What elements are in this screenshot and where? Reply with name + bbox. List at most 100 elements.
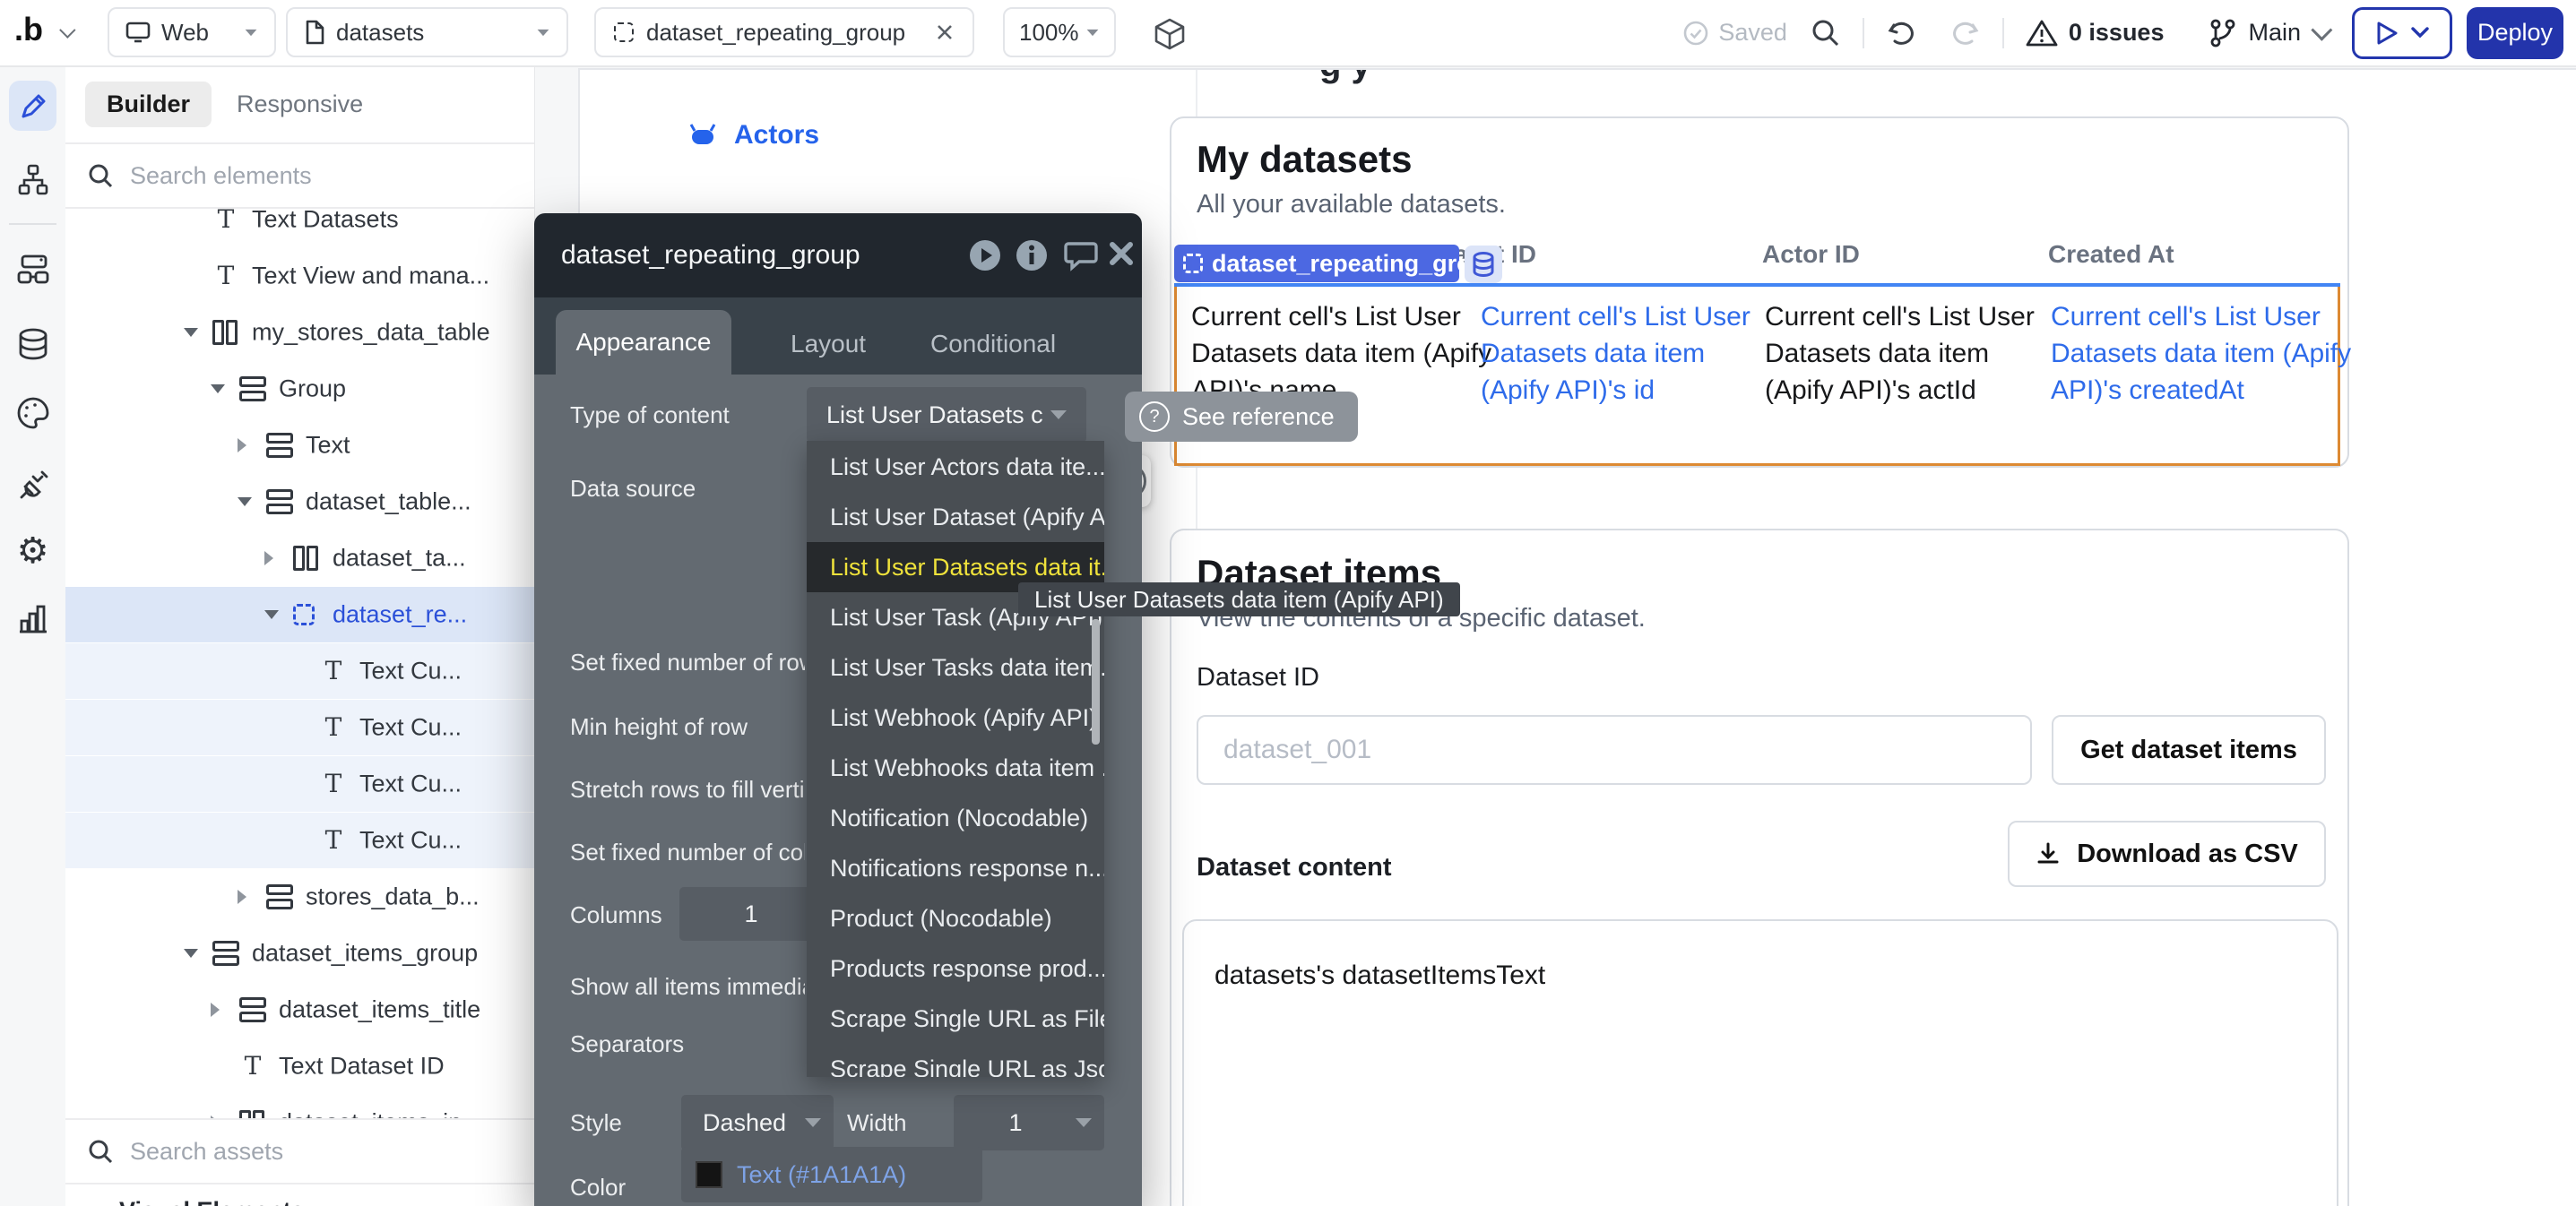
table-header[interactable]: Created At [2048,240,2174,269]
search-icon[interactable] [1811,18,1841,48]
table-cell[interactable]: Current cell's List User Datasets data i… [1765,298,2038,409]
dataset-content-box[interactable]: datasets's datasetItemsText [1182,919,2338,1206]
fixed-rows-label: Set fixed number of rows [570,649,805,676]
data-source-chip[interactable] [1465,246,1502,283]
visual-elements-section[interactable]: Visual Elements [65,1183,534,1206]
dropdown-scrollbar[interactable] [1092,619,1100,745]
caret-right-icon[interactable] [238,890,246,904]
dropdown-option[interactable]: List User Tasks data item... [807,642,1104,693]
dropdown-option[interactable]: Scrape Single URL as Jso... [807,1044,1104,1077]
tree-item[interactable]: my_stores_data_table [65,305,534,360]
dropdown-option[interactable]: List Webhooks data item ... [807,743,1104,793]
tree-item[interactable]: stores_data_b... [65,869,534,925]
canvas-actors-nav-item[interactable]: Actors [687,120,819,151]
caret-down-icon[interactable] [184,949,198,958]
table-cell[interactable]: Current cell's List User Datasets data i… [1481,298,1763,409]
tree-item[interactable]: TText Dataset ID [65,1038,534,1094]
tab-appearance[interactable]: Appearance [556,310,731,375]
tree-item[interactable]: Text [65,418,534,473]
selection-badge[interactable]: dataset_repeating_group [1174,245,1459,282]
tree-item[interactable]: TText Cu... [65,700,534,755]
question-circle-icon: ? [1139,401,1170,432]
dropdown-option[interactable]: List User Dataset (Apify A... [807,492,1104,542]
tree-item[interactable]: dataset_items_in... [65,1095,534,1118]
dropdown-option[interactable]: Product (Nocodable) [807,893,1104,943]
tree-item[interactable]: TText Cu... [65,756,534,812]
dropdown-option[interactable]: Notifications response n... [807,843,1104,893]
dropdown-option[interactable]: List User Actors data ite... [807,442,1104,492]
tab-layout[interactable]: Layout [791,330,866,358]
tree-item[interactable]: Group [65,361,534,417]
tab-conditional[interactable]: Conditional [930,330,1056,358]
tab-responsive[interactable]: Responsive [237,90,363,118]
caret-right-icon[interactable] [211,1003,220,1017]
tree-item[interactable]: dataset_items_group [65,926,534,981]
branch-select[interactable]: Main [2209,18,2327,48]
dropdown-option[interactable]: Notification (Nocodable) [807,793,1104,843]
logo-chevron-icon[interactable] [59,27,71,39]
undo-icon[interactable] [1886,18,1918,48]
width-label: Width [847,1109,946,1137]
caret-down-icon[interactable] [184,328,198,337]
tab-builder[interactable]: Builder [85,82,212,127]
dropdown-option[interactable]: Scrape Single URL as File ... [807,994,1104,1044]
table-cell[interactable]: Current cell's List User Datasets data i… [2051,298,2373,409]
property-panel-header: dataset_repeating_group [534,213,1142,297]
workflow-blocks-icon[interactable] [0,252,65,288]
caret-right-icon[interactable] [264,551,273,565]
element-tab[interactable]: dataset_repeating_group [594,7,974,57]
tree-item[interactable]: TText Datasets [65,209,534,247]
issues-indicator[interactable]: 0 issues [2026,19,2165,47]
search-assets-row [65,1118,534,1183]
redo-icon[interactable] [1949,18,1981,48]
data-database-icon[interactable] [0,327,65,365]
caret-down-icon[interactable] [238,497,252,506]
caret-down-icon[interactable] [211,384,225,393]
search-assets-input[interactable] [128,1137,454,1167]
see-reference-button[interactable]: ? See reference [1125,392,1358,442]
separator-width-select[interactable]: 1 [954,1095,1104,1150]
dataset-id-input[interactable] [1198,717,2030,783]
close-icon[interactable] [1106,238,1140,272]
tree-item[interactable]: TText View and mana... [65,248,534,304]
chevron-down-icon [805,1118,821,1127]
zoom-select[interactable]: 100% [1003,7,1116,57]
page-select[interactable]: datasets [286,7,568,57]
design-pencil-icon[interactable] [0,90,65,123]
color-swatch [696,1161,722,1188]
logs-chart-icon[interactable] [0,601,65,635]
package-cube-icon[interactable] [1154,18,1185,50]
search-elements-input[interactable] [128,161,454,191]
option-tooltip: List User Datasets data item (Apify API) [1018,582,1460,616]
download-csv-button[interactable]: Download as CSV [2008,821,2326,887]
preview-play-icon[interactable] [968,238,1002,272]
tree-item[interactable]: TText Cu... [65,643,534,699]
tree-item-label: dataset_ta... [333,545,466,573]
styles-palette-icon[interactable] [0,395,65,431]
sitemap-icon[interactable] [0,163,65,197]
comment-icon[interactable] [1063,238,1097,272]
tree-item[interactable]: dataset_ta... [65,530,534,586]
type-of-content-select[interactable]: List User Datasets c [807,387,1086,443]
separator-color-field[interactable]: Text (#1A1A1A) [681,1147,982,1202]
tree-item[interactable]: dataset_re... [65,587,534,642]
preview-button[interactable] [2352,7,2452,59]
get-dataset-items-button[interactable]: Get dataset items [2052,715,2326,785]
caret-right-icon[interactable] [238,438,246,452]
bubble-logo[interactable]: .b [14,11,43,48]
platform-select[interactable]: Web [108,7,276,57]
dropdown-option[interactable]: Products response prod... [807,943,1104,994]
separator-style-select[interactable]: Dashed [681,1095,834,1150]
plugins-plug-icon[interactable] [0,467,65,504]
dropdown-option[interactable]: List Webhook (Apify API) [807,693,1104,743]
tree-item[interactable]: TText Cu... [65,813,534,868]
table-header[interactable]: Actor ID [1762,240,1860,269]
tree-item[interactable]: dataset_items_title [65,982,534,1038]
tree-item[interactable]: dataset_table... [65,474,534,530]
deploy-button[interactable]: Deploy [2467,7,2563,59]
settings-gear-icon[interactable]: ⚙ [0,533,65,569]
caret-down-icon[interactable] [264,610,279,619]
min-height-label: Min height of row [570,713,805,741]
info-icon[interactable] [1015,238,1049,272]
close-icon[interactable] [935,22,955,42]
